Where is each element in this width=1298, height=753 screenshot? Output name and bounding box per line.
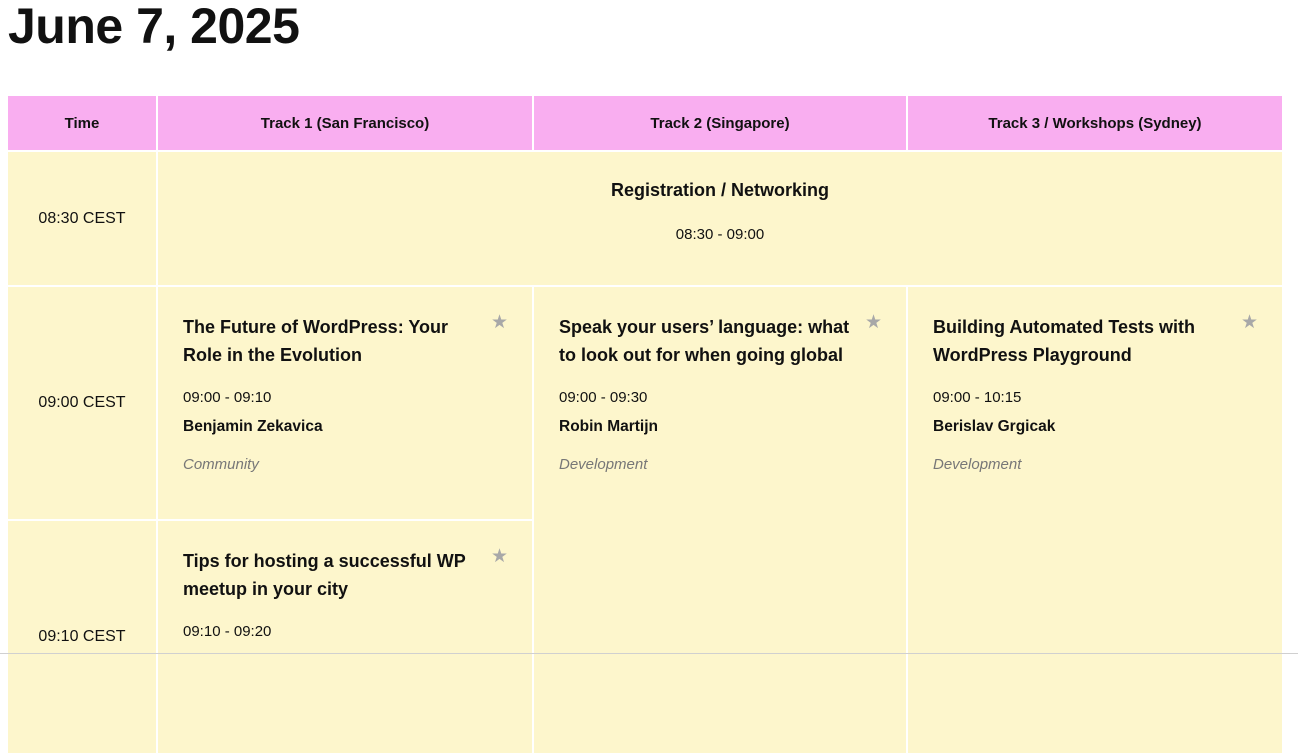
- session-speaker[interactable]: Benjamin Zekavica: [183, 418, 482, 436]
- session-title-link[interactable]: The Future of WordPress: Your Role in th…: [183, 313, 482, 369]
- session-time: 09:00 - 09:30: [559, 389, 648, 406]
- time-slot-0910: 09:10 CEST: [8, 521, 156, 753]
- header-track-2: Track 2 (Singapore): [534, 96, 906, 150]
- session-category: Community: [183, 456, 259, 473]
- schedule-grid: Time Track 1 (San Francisco) Track 2 (Si…: [8, 96, 1282, 753]
- header-time: Time: [8, 96, 156, 150]
- time-label: 09:10 CEST: [38, 628, 126, 645]
- session-title-link[interactable]: Speak your users’ language: what to look…: [559, 313, 856, 369]
- viewport-bottom-divider: [0, 653, 1298, 654]
- session-title-link[interactable]: Building Automated Tests with WordPress …: [933, 313, 1232, 369]
- star-icon[interactable]: ★: [865, 313, 882, 332]
- page-title: June 7, 2025: [8, 0, 300, 54]
- registration-session: Registration / Networking 08:30 - 09:00: [158, 152, 1282, 285]
- registration-time: 08:30 - 09:00: [675, 226, 765, 243]
- header-track-1: Track 1 (San Francisco): [158, 96, 532, 150]
- session-card[interactable]: The Future of WordPress: Your Role in th…: [158, 287, 532, 519]
- session-category: Development: [559, 456, 648, 473]
- star-icon[interactable]: ★: [491, 313, 508, 332]
- session-category: Development: [933, 456, 1022, 473]
- session-card[interactable]: Speak your users’ language: what to look…: [534, 287, 906, 753]
- session-speaker[interactable]: Berislav Grgicak: [933, 418, 1232, 436]
- star-icon[interactable]: ★: [1241, 313, 1258, 332]
- time-slot-0830: 08:30 CEST: [8, 152, 156, 285]
- star-icon[interactable]: ★: [491, 547, 508, 566]
- session-time: 09:10 - 09:20: [183, 623, 272, 640]
- session-card[interactable]: Building Automated Tests with WordPress …: [908, 287, 1282, 753]
- registration-title: Registration / Networking: [610, 180, 830, 200]
- time-label: 09:00 CEST: [38, 394, 126, 411]
- time-slot-0900: 09:00 CEST: [8, 287, 156, 519]
- time-label: 08:30 CEST: [38, 209, 126, 227]
- session-time: 09:00 - 09:10: [183, 389, 272, 406]
- session-title-link[interactable]: Tips for hosting a successful WP meetup …: [183, 547, 482, 603]
- session-time: 09:00 - 10:15: [933, 389, 1022, 406]
- session-card[interactable]: Tips for hosting a successful WP meetup …: [158, 521, 532, 753]
- header-track-3: Track 3 / Workshops (Sydney): [908, 96, 1282, 150]
- session-speaker[interactable]: Robin Martijn: [559, 418, 856, 436]
